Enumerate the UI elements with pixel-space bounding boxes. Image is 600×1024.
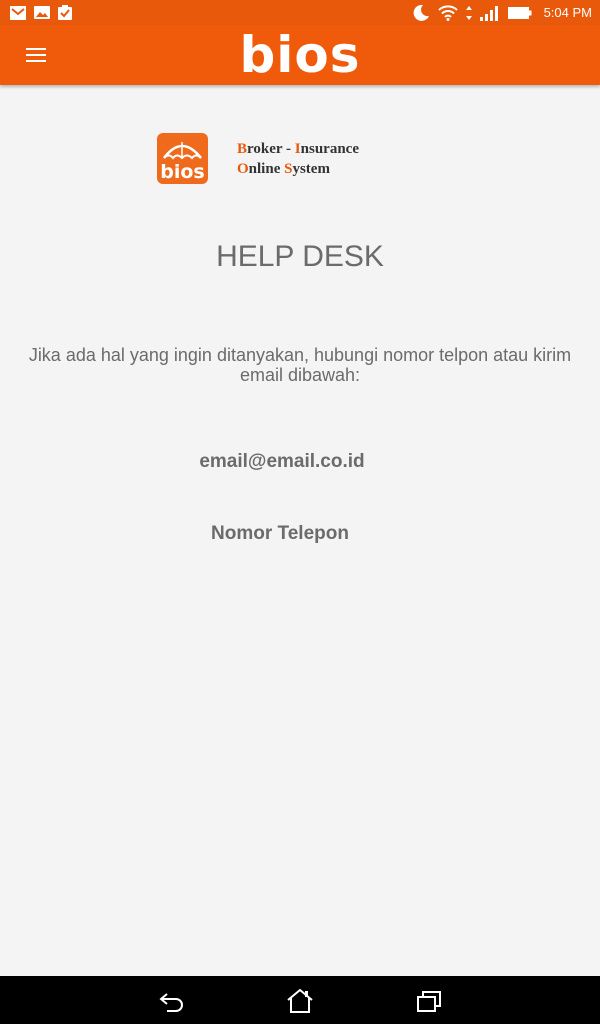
help-desk-screen: 5:04 PM bios bios Broker - Insurance Onl… bbox=[0, 0, 600, 1024]
tagline-text: nsurance bbox=[300, 140, 359, 157]
app-logo: bios bbox=[239, 26, 361, 84]
tagline-text: nline bbox=[248, 160, 285, 177]
back-button[interactable] bbox=[157, 986, 187, 1016]
status-system-icons: 5:04 PM bbox=[412, 4, 592, 22]
status-bar: 5:04 PM bbox=[0, 0, 600, 25]
tagline-text: ystem bbox=[292, 160, 330, 177]
image-notification-icon bbox=[34, 6, 50, 19]
status-time: 5:04 PM bbox=[543, 5, 592, 20]
brand-logo-text: bios bbox=[160, 161, 205, 183]
home-button[interactable] bbox=[285, 986, 315, 1016]
status-notifications bbox=[10, 5, 72, 20]
back-icon bbox=[159, 993, 183, 1012]
tagline-line-1: Broker - Insurance bbox=[237, 139, 359, 159]
wifi-icon bbox=[437, 4, 458, 21]
app-bar: bios bbox=[0, 25, 600, 85]
moon-icon bbox=[412, 4, 430, 22]
brand-tagline: Broker - Insurance Online System bbox=[237, 139, 359, 179]
contact-email-link[interactable]: email@email.co.id bbox=[0, 451, 564, 473]
recent-apps-button[interactable] bbox=[414, 986, 444, 1016]
signal-icon bbox=[479, 5, 500, 21]
tagline-letter: B bbox=[237, 140, 248, 157]
tagline-letter: O bbox=[237, 160, 249, 177]
recent-apps-icon bbox=[417, 991, 441, 1012]
gmail-icon bbox=[10, 5, 26, 20]
data-arrows-icon bbox=[465, 5, 472, 20]
page-title: HELP DESK bbox=[216, 240, 384, 273]
tagline-line-2: Online System bbox=[237, 159, 359, 179]
navigation-bar bbox=[0, 976, 600, 1024]
home-icon bbox=[287, 988, 313, 1013]
help-description: Jika ada hal yang ingin ditanyakan, hubu… bbox=[28, 345, 572, 385]
brand-logo: bios bbox=[157, 133, 208, 184]
contact-phone-link[interactable]: Nomor Telepon bbox=[0, 523, 560, 545]
tagline-text: roker - bbox=[247, 140, 295, 157]
brand-block: bios Broker - Insurance Online System bbox=[157, 133, 359, 184]
clipboard-check-icon bbox=[58, 5, 72, 20]
battery-icon bbox=[507, 6, 532, 20]
